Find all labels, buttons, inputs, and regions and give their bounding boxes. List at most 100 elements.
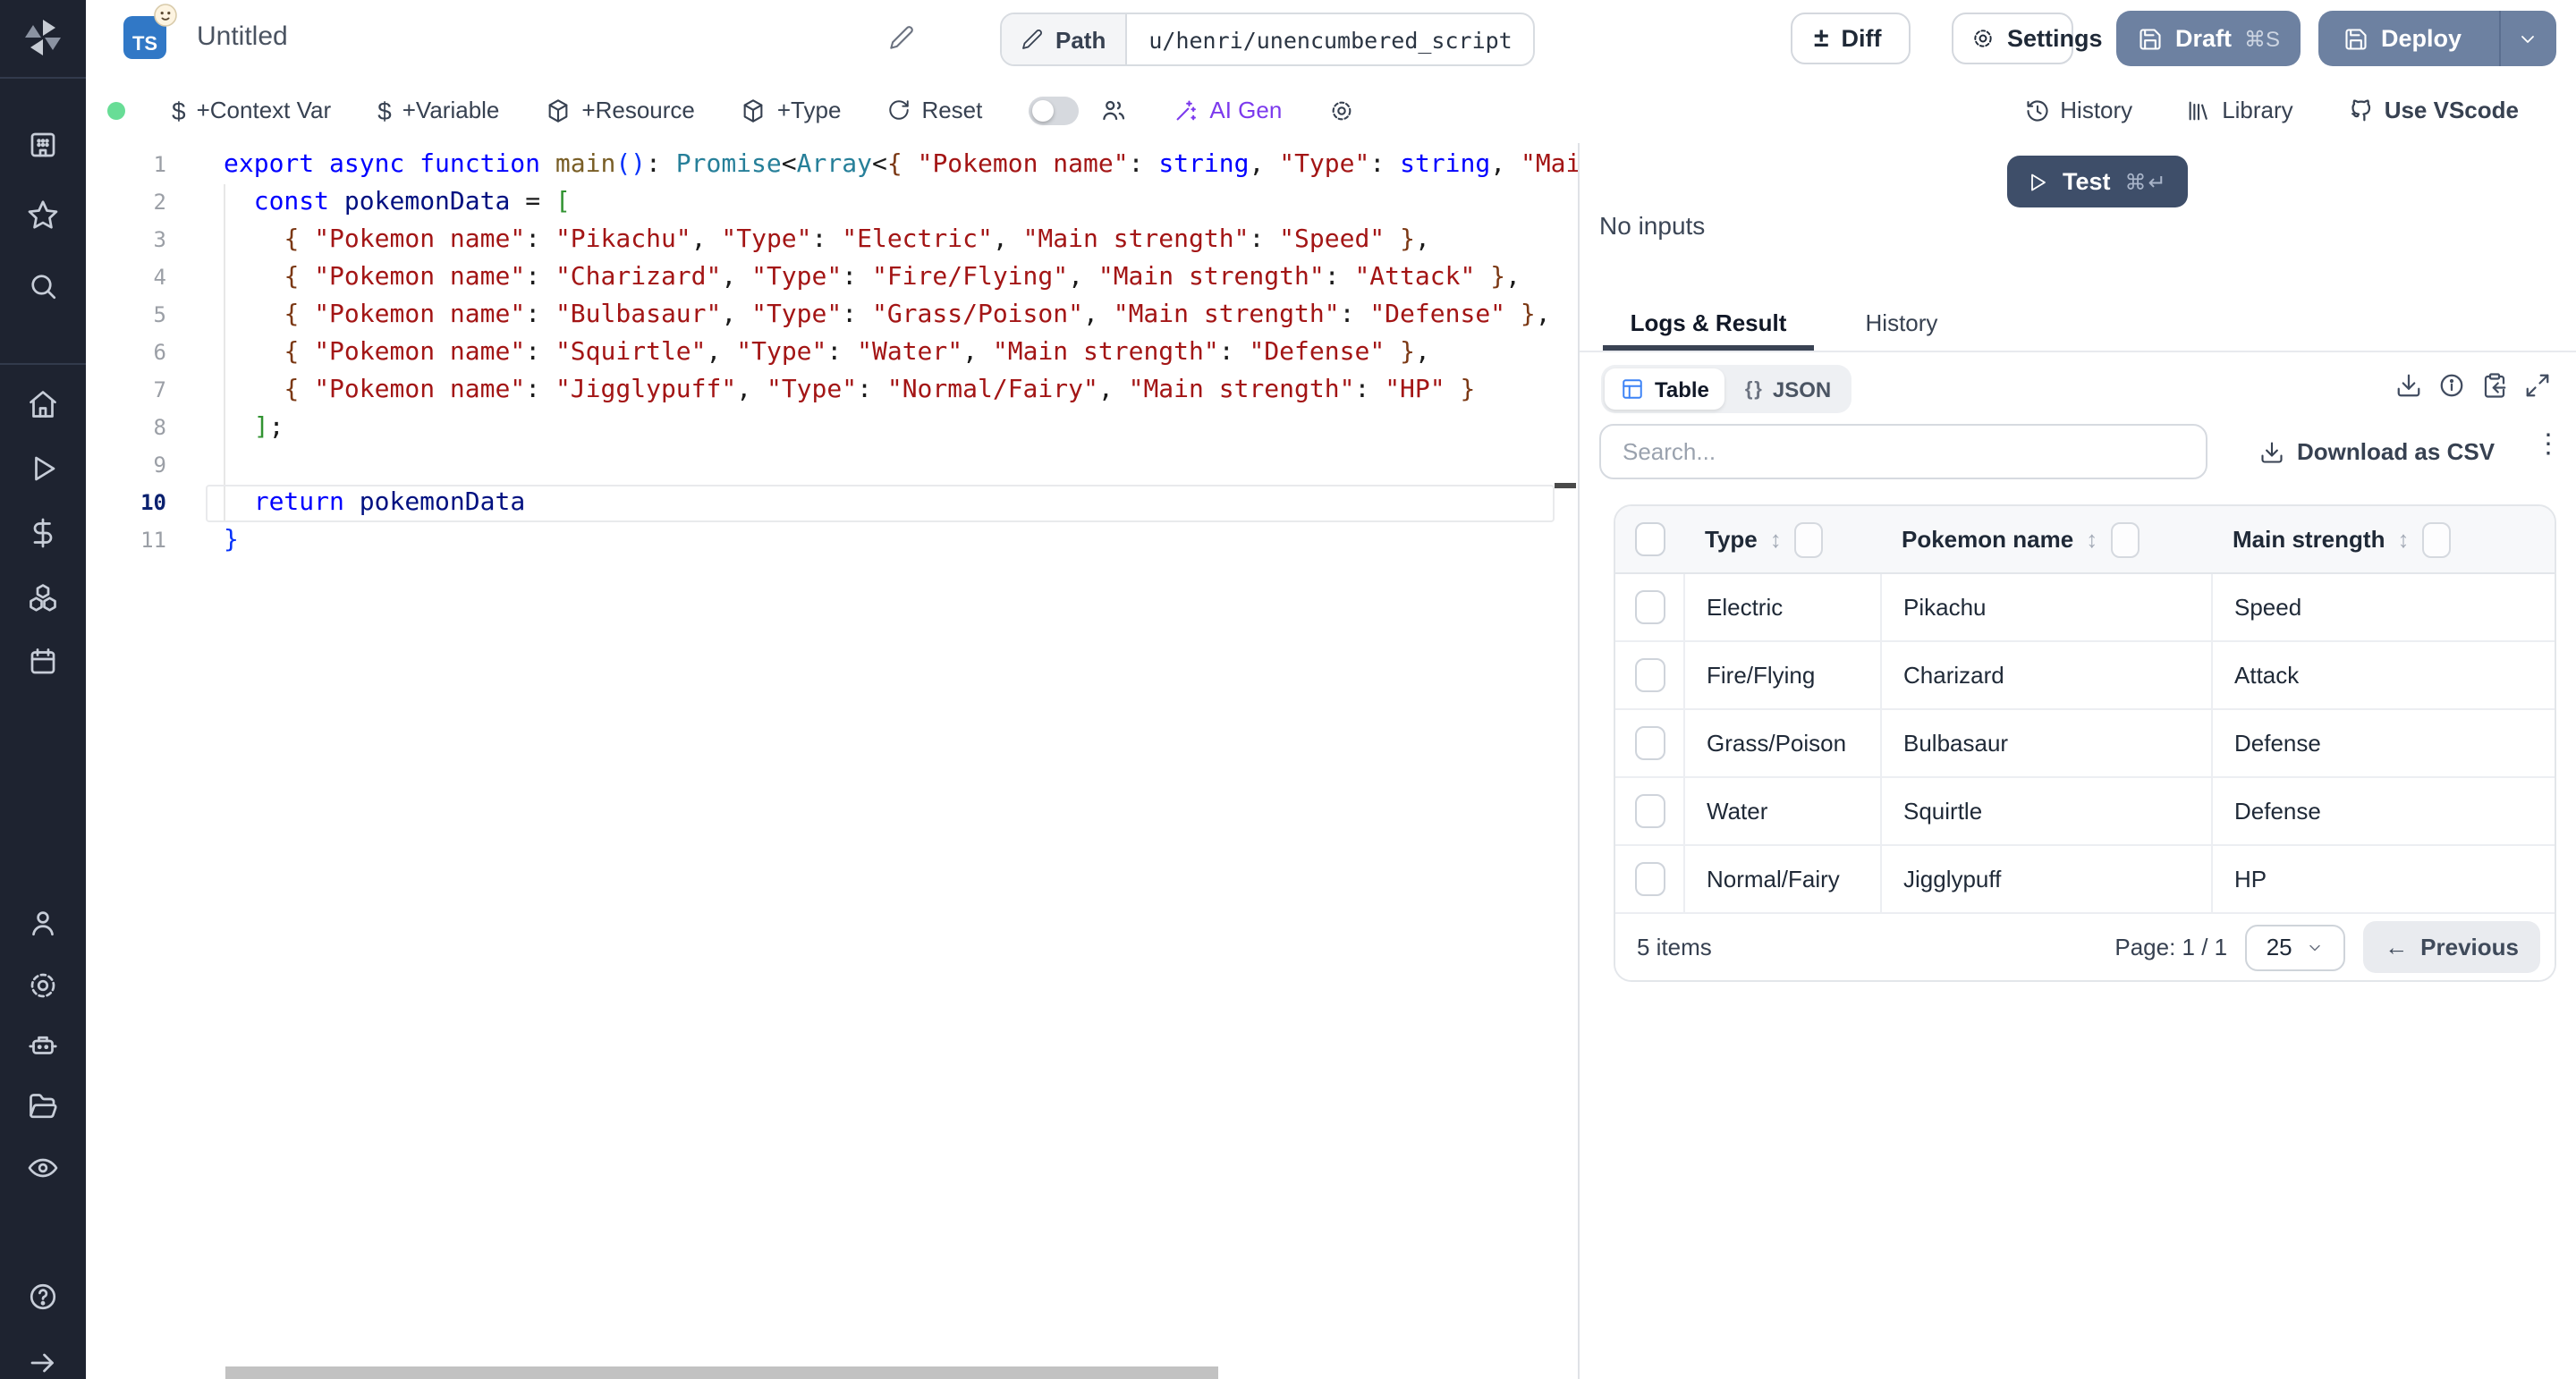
- search-input[interactable]: [1599, 424, 2207, 479]
- table-cell: Fire/Flying: [1683, 642, 1880, 708]
- previous-page-button[interactable]: ← Previous: [2363, 921, 2540, 973]
- table-cell: Bulbasaur: [1880, 710, 2211, 776]
- test-button[interactable]: Test ⌘↵: [2007, 156, 2188, 207]
- status-dot: [107, 101, 125, 119]
- download-result-button[interactable]: [2395, 372, 2422, 399]
- code-line[interactable]: export async function main(): Promise<Ar…: [86, 147, 1578, 184]
- tab-history[interactable]: History: [1839, 293, 1964, 351]
- deploy-dropdown-button[interactable]: [2499, 11, 2555, 66]
- result-info-button[interactable]: [2438, 372, 2465, 399]
- table-cell: Electric: [1683, 574, 1880, 640]
- table-cell: Water: [1683, 778, 1880, 844]
- play-icon: [27, 453, 59, 485]
- sidebar-item-audit-logs[interactable]: [27, 1152, 59, 1184]
- sidebar-item-favorites[interactable]: [27, 199, 59, 231]
- sidebar-item-workers[interactable]: [27, 1030, 59, 1062]
- add-resource-button[interactable]: +Resource: [546, 97, 694, 123]
- tab-logs-result[interactable]: Logs & Result: [1603, 293, 1814, 351]
- code-line[interactable]: { "Pokemon name": "Jigglypuff", "Type": …: [86, 372, 1578, 410]
- sidebar-item-home[interactable]: [27, 388, 59, 420]
- collab-toggle[interactable]: [1029, 96, 1079, 124]
- clipboard-copy-icon: [2481, 372, 2508, 399]
- history-button[interactable]: History: [2024, 97, 2132, 123]
- sidebar-item-apps[interactable]: [27, 129, 59, 161]
- sidebar-item-resources[interactable]: [27, 581, 59, 613]
- column-filter-box[interactable]: [2421, 521, 2450, 557]
- code-line[interactable]: { "Pokemon name": "Pikachu", "Type": "El…: [86, 222, 1578, 259]
- row-checkbox[interactable]: [1634, 862, 1665, 896]
- sidebar-item-search[interactable]: [27, 270, 59, 302]
- code-line[interactable]: }: [86, 522, 1578, 560]
- add-context-var-button[interactable]: $ +Context Var: [172, 96, 331, 124]
- editor-settings-button[interactable]: [1328, 97, 1353, 123]
- download-csv-button[interactable]: Download as CSV: [2249, 424, 2505, 479]
- expand-icon: [2524, 372, 2551, 399]
- ai-gen-button[interactable]: AI Gen: [1174, 97, 1282, 123]
- sort-icon[interactable]: ↕: [2086, 526, 2097, 553]
- pencil-icon: [889, 25, 914, 50]
- code-line[interactable]: { "Pokemon name": "Charizard", "Type": "…: [86, 259, 1578, 297]
- table-cell: HP: [2211, 846, 2555, 912]
- horizontal-scrollbar[interactable]: [225, 1366, 1218, 1379]
- overview-ruler-cursor: [1555, 483, 1576, 488]
- select-all-checkbox[interactable]: [1634, 522, 1665, 556]
- sort-icon[interactable]: ↕: [1770, 526, 1782, 553]
- sidebar-item-users[interactable]: [27, 907, 59, 939]
- robot-icon: [27, 1030, 59, 1062]
- code-line[interactable]: { "Pokemon name": "Bulbasaur", "Type": "…: [86, 297, 1578, 334]
- settings-button[interactable]: Settings: [1952, 13, 2073, 64]
- sidebar-item-schedules[interactable]: [27, 646, 59, 678]
- view-toggle-json[interactable]: { } JSON: [1729, 368, 1847, 410]
- boxes-icon: [27, 581, 59, 613]
- column-filter-box[interactable]: [2110, 521, 2139, 557]
- view-toggle-table[interactable]: Table: [1605, 368, 1725, 410]
- column-header: Type: [1705, 526, 1758, 553]
- folder-icon: [27, 1091, 59, 1123]
- code-line[interactable]: [86, 447, 1578, 485]
- page-size-select[interactable]: 25: [2245, 924, 2345, 970]
- diff-button[interactable]: ± Diff: [1791, 13, 1911, 64]
- sidebar-item-help[interactable]: [27, 1281, 59, 1313]
- sidebar-item-folders[interactable]: [27, 1091, 59, 1123]
- sidebar-item-settings[interactable]: [27, 969, 59, 1002]
- reset-button[interactable]: Reset: [887, 97, 982, 123]
- download-icon: [2259, 439, 2284, 464]
- sidebar-item-runs[interactable]: [27, 453, 59, 485]
- deploy-button[interactable]: Deploy: [2318, 11, 2556, 66]
- column-filter-box[interactable]: [1794, 521, 1823, 557]
- copy-result-button[interactable]: [2481, 372, 2508, 399]
- users-icon: [1100, 97, 1127, 123]
- row-checkbox[interactable]: [1634, 658, 1665, 692]
- code-editor[interactable]: 1234567891011 export async function main…: [86, 143, 1578, 1379]
- add-type-button[interactable]: +Type: [741, 97, 842, 123]
- path-chip[interactable]: Path u/henri/unencumbered_script: [1000, 13, 1536, 66]
- draft-button[interactable]: Draft ⌘S: [2116, 11, 2301, 66]
- sidebar-item-variables[interactable]: [27, 517, 59, 549]
- table-cell: Normal/Fairy: [1683, 846, 1880, 912]
- library-icon: [2186, 97, 2211, 123]
- pencil-icon: [1021, 29, 1043, 50]
- expand-result-button[interactable]: [2524, 372, 2551, 399]
- code-line[interactable]: const pokemonData = [: [86, 184, 1578, 222]
- history-clock-icon: [2024, 97, 2049, 123]
- table-cell: Attack: [2211, 642, 2555, 708]
- sidebar: [0, 0, 86, 1379]
- table-menu-button[interactable]: ⋮: [2524, 429, 2572, 460]
- sort-icon[interactable]: ↕: [2397, 526, 2409, 553]
- editor-code[interactable]: export async function main(): Promise<Ar…: [86, 147, 1578, 560]
- row-checkbox[interactable]: [1634, 726, 1665, 760]
- add-variable-button[interactable]: $ +Variable: [377, 96, 499, 124]
- row-checkbox[interactable]: [1634, 590, 1665, 624]
- app-window-icon: [27, 129, 59, 161]
- use-vscode-button[interactable]: Use VScode: [2347, 97, 2519, 123]
- code-line[interactable]: return pokemonData: [86, 485, 1578, 522]
- row-checkbox[interactable]: [1634, 794, 1665, 828]
- path-value[interactable]: u/henri/unencumbered_script: [1127, 14, 1533, 64]
- code-line[interactable]: { "Pokemon name": "Squirtle", "Type": "W…: [86, 334, 1578, 372]
- library-button[interactable]: Library: [2186, 97, 2293, 123]
- edit-summary-button[interactable]: [889, 25, 914, 50]
- sidebar-item-expand[interactable]: [27, 1347, 59, 1379]
- arrow-right-icon: [27, 1347, 59, 1379]
- topbar: TS Untitled Path u/henri/unencumbered_sc…: [86, 0, 2576, 79]
- code-line[interactable]: ];: [86, 410, 1578, 447]
